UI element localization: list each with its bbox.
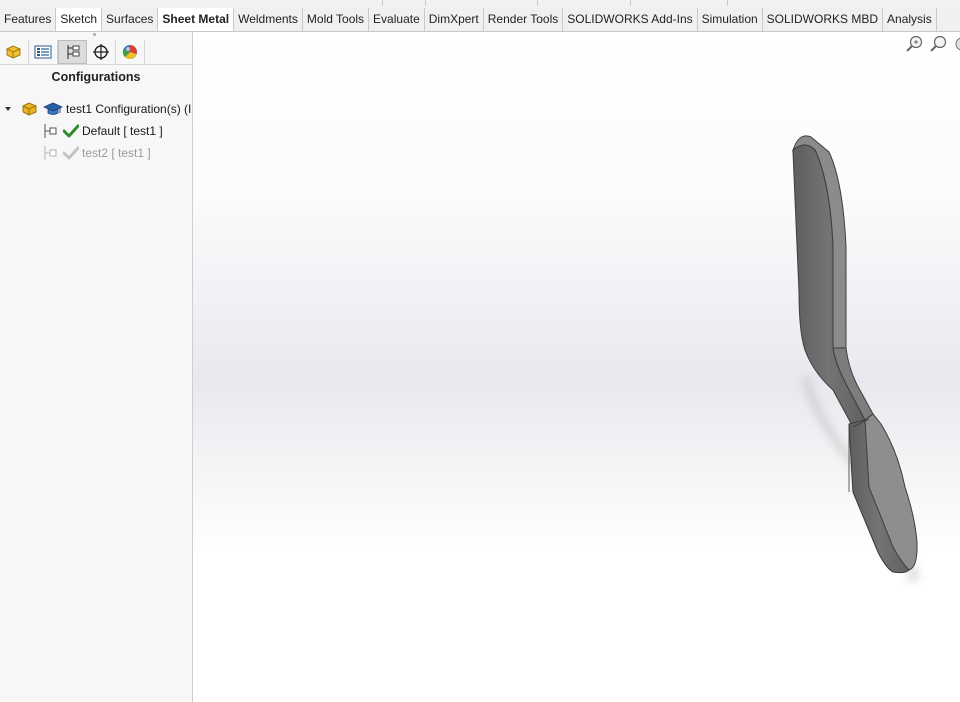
tree-root-label: test1 Configuration(s) (I bbox=[66, 102, 192, 116]
tree-item-config-default[interactable]: Default [ test1 ] bbox=[42, 121, 163, 141]
tab-solidworks-mbd[interactable]: SOLIDWORKS MBD bbox=[763, 8, 884, 31]
pane-title: Configurations bbox=[51, 70, 141, 84]
tree-item-config-test2[interactable]: test2 [ test1 ] bbox=[42, 143, 151, 163]
tab-featuremanager[interactable] bbox=[0, 40, 29, 64]
tree-item-label: test2 [ test1 ] bbox=[82, 146, 151, 160]
tab-analysis[interactable]: Analysis bbox=[883, 8, 937, 31]
ribbon-separator bbox=[537, 0, 538, 6]
tab-solidworks-add-ins[interactable]: SOLIDWORKS Add-Ins bbox=[563, 8, 698, 31]
configuration-node-icon bbox=[42, 144, 60, 162]
configurationmanager-icon bbox=[66, 45, 79, 59]
pane-divider bbox=[0, 64, 192, 65]
tab-surfaces[interactable]: Surfaces bbox=[102, 8, 159, 31]
tab-mold-tools[interactable]: Mold Tools bbox=[303, 8, 370, 31]
configuration-manager-pane: Configurations test1 Configuration(s) (I bbox=[0, 32, 193, 702]
tab-evaluate[interactable]: Evaluate bbox=[369, 8, 425, 31]
tab-dimxpert[interactable]: DimXpert bbox=[425, 8, 484, 31]
configurations-icon bbox=[43, 100, 63, 118]
check-active-icon bbox=[63, 124, 79, 138]
tree-item-label: Default [ test1 ] bbox=[82, 124, 163, 138]
command-manager-tabs: Features Sketch Surfaces Sheet Metal Weldmen… bbox=[0, 8, 960, 32]
part-icon bbox=[20, 100, 40, 118]
pane-grip[interactable] bbox=[93, 33, 96, 36]
ribbon-sliver bbox=[0, 0, 960, 8]
sheet-metal-part-model[interactable] bbox=[193, 32, 960, 702]
tab-weldments[interactable]: Weldments bbox=[234, 8, 303, 31]
tab-render-tools[interactable]: Render Tools bbox=[484, 8, 564, 31]
ribbon-separator bbox=[727, 0, 728, 6]
tab-propertymanager[interactable] bbox=[29, 40, 58, 64]
ribbon-separator bbox=[425, 0, 426, 6]
tab-features[interactable]: Features bbox=[0, 8, 57, 31]
tab-simulation[interactable]: Simulation bbox=[698, 8, 763, 31]
graphics-area[interactable] bbox=[193, 32, 960, 702]
tab-sheet-metal[interactable]: Sheet Metal bbox=[158, 8, 235, 31]
ribbon-separator bbox=[382, 0, 383, 6]
tree-root-configurations[interactable]: test1 Configuration(s) (I bbox=[4, 99, 191, 119]
check-inactive-icon bbox=[63, 146, 79, 160]
configuration-node-icon bbox=[42, 122, 60, 140]
ribbon-separator bbox=[630, 0, 631, 6]
dimxpertmanager-icon bbox=[93, 44, 109, 60]
featuremanager-icon bbox=[6, 45, 21, 59]
collapse-arrow-icon[interactable] bbox=[4, 105, 12, 113]
manager-tabs bbox=[0, 40, 145, 64]
tab-sketch[interactable]: Sketch bbox=[56, 8, 103, 31]
tab-configurationmanager[interactable] bbox=[58, 40, 87, 64]
propertymanager-icon bbox=[34, 45, 52, 59]
tab-dimxpertmanager[interactable] bbox=[87, 40, 116, 64]
solidworks-window: Features Sketch Surfaces Sheet Metal Weldmen… bbox=[0, 0, 960, 702]
displaymanager-icon bbox=[122, 45, 137, 59]
tab-displaymanager[interactable] bbox=[116, 40, 145, 64]
